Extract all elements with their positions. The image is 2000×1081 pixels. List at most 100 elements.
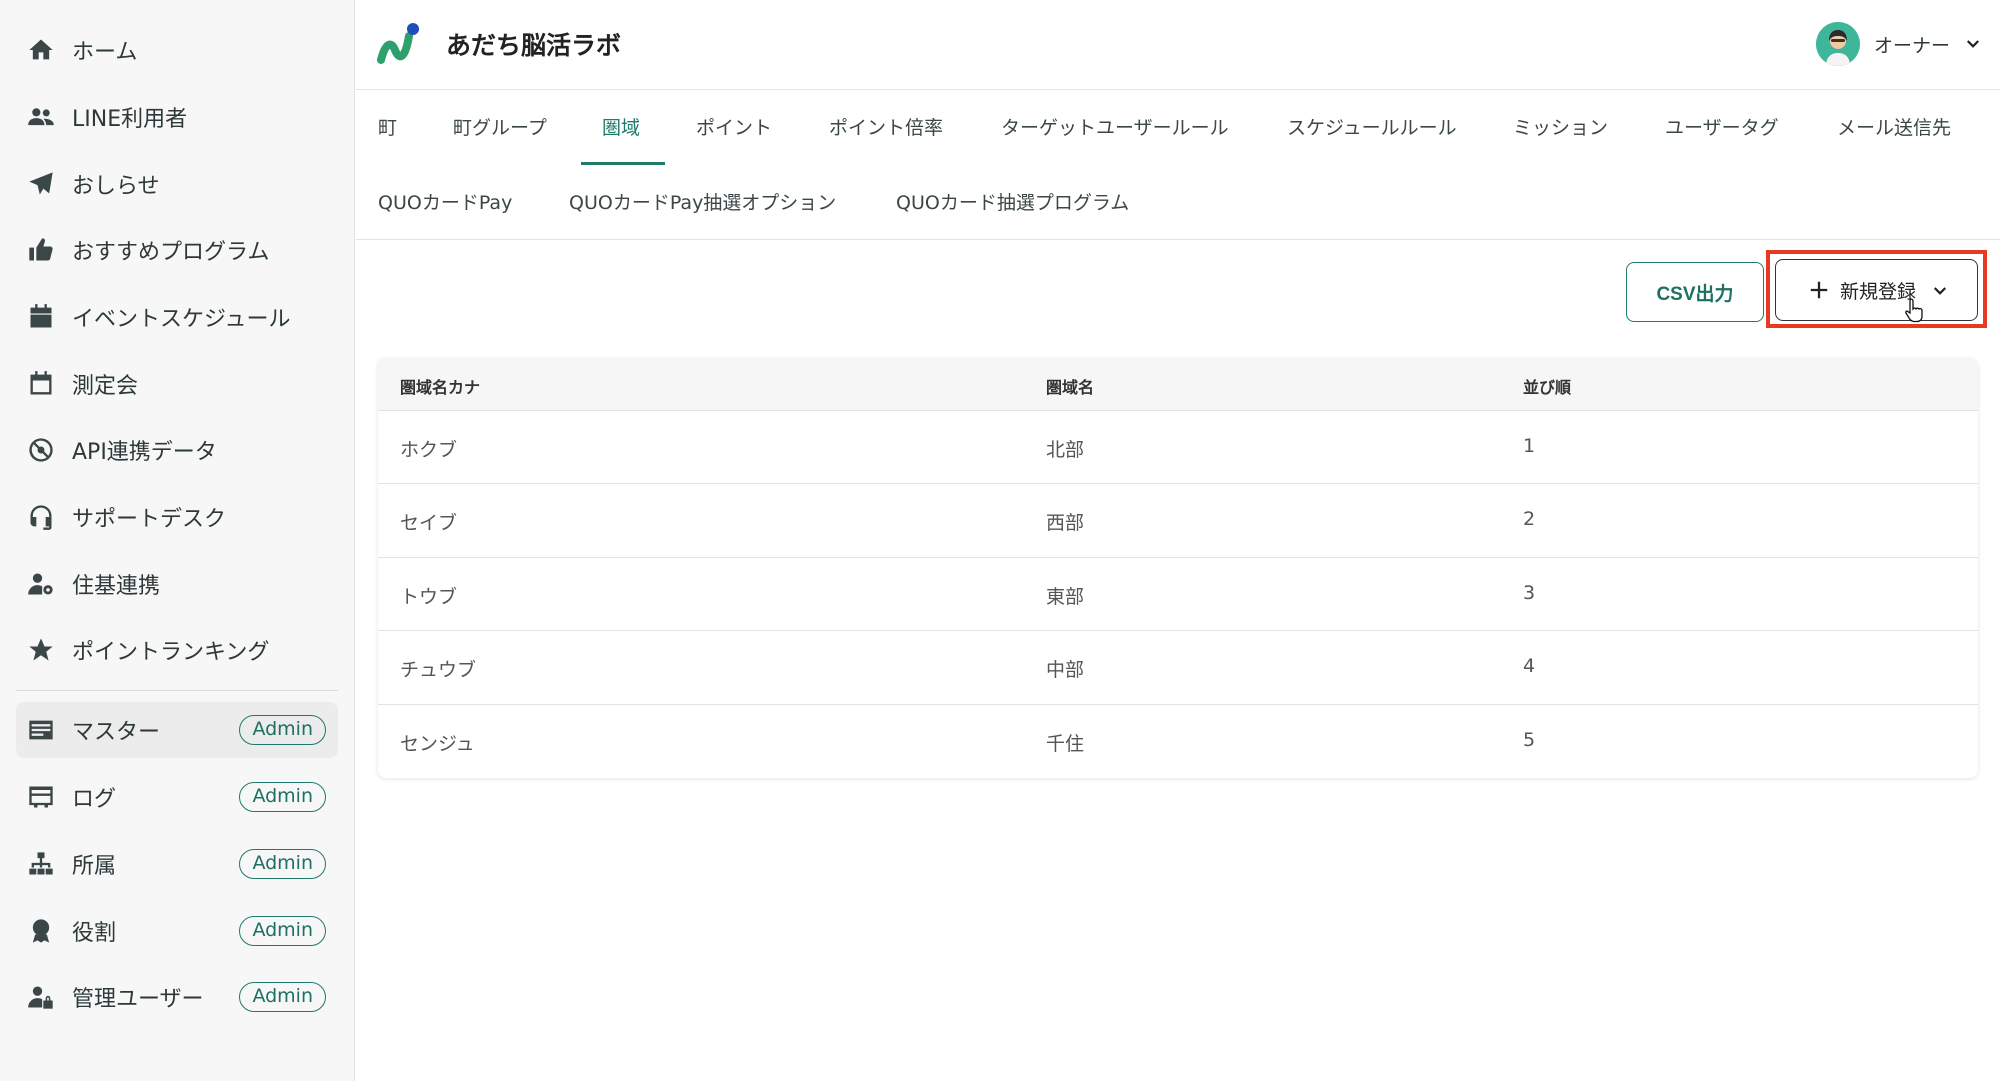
user-gear-icon xyxy=(26,569,56,599)
sidebar-item-news[interactable]: おしらせ xyxy=(16,156,338,212)
tab-quo-card-lottery-program[interactable]: QUOカード抽選プログラム xyxy=(896,188,1129,219)
tab-bar: 町 町グループ 圏域 ポイント ポイント倍率 ターゲットユーザールール スケジュ… xyxy=(356,91,2000,240)
table-cell: 4 xyxy=(1523,655,1536,677)
sidebar-item-log[interactable]: ログ Admin xyxy=(16,769,338,825)
sidebar-item-measurement[interactable]: 測定会 xyxy=(16,356,338,412)
area-table: 圏域名カナ 圏域名 並び順 ホクブ 北部 1 セイブ 西部 2 トウブ 東部 3… xyxy=(378,358,1978,778)
user-lock-icon xyxy=(26,982,56,1012)
calendar-blank-icon xyxy=(26,369,56,399)
award-icon xyxy=(26,916,56,946)
sidebar-divider xyxy=(16,690,338,691)
sidebar-item-label: 役割 xyxy=(72,921,117,946)
paper-plane-icon xyxy=(26,169,56,199)
table-cell: センジュ xyxy=(400,733,475,755)
tab-user-tag[interactable]: ユーザータグ xyxy=(1665,113,1779,144)
admin-badge: Admin xyxy=(239,982,326,1012)
sidebar-item-affiliation[interactable]: 所属 Admin xyxy=(16,836,338,892)
tab-target-user-rule[interactable]: ターゲットユーザールール xyxy=(1001,113,1229,144)
column-header[interactable]: 圏域名 xyxy=(1046,374,1094,398)
active-tab-indicator xyxy=(581,162,665,165)
user-name: オーナー xyxy=(1873,34,1950,57)
column-header[interactable]: 並び順 xyxy=(1523,374,1571,398)
sidebar-item-api-data[interactable]: API連携データ xyxy=(16,422,338,478)
tab-mission[interactable]: ミッション xyxy=(1513,113,1608,144)
sidebar-item-admin-users[interactable]: 管理ユーザー Admin xyxy=(16,969,338,1025)
sidebar-item-line-users[interactable]: LINE利用者 xyxy=(16,89,338,145)
sidebar-item-label: ログ xyxy=(72,787,117,812)
sidebar-item-point-ranking[interactable]: ポイントランキング xyxy=(16,622,338,678)
sidebar-item-recommended[interactable]: おすすめプログラム xyxy=(16,222,338,278)
top-header: あだち脳活ラボ オーナー xyxy=(356,0,2000,90)
sidebar-item-event-schedule[interactable]: イベントスケジュール xyxy=(16,289,338,345)
table-cell: 3 xyxy=(1523,582,1536,604)
app-logo-icon xyxy=(377,23,419,64)
home-icon xyxy=(26,35,56,65)
tab-area[interactable]: 圏域 xyxy=(602,113,640,144)
sidebar: ホーム LINE利用者 おしらせ おすすめプログラム イベントスケジュール 測定… xyxy=(0,0,355,1081)
chevron-down-icon xyxy=(1933,287,1947,295)
sidebar-item-label: 住基連携 xyxy=(72,574,161,599)
avatar xyxy=(1815,22,1860,66)
master-icon xyxy=(26,715,56,745)
sidebar-item-label: LINE利用者 xyxy=(72,107,188,132)
tab-town[interactable]: 町 xyxy=(378,113,397,144)
sidebar-item-role[interactable]: 役割 Admin xyxy=(16,903,338,959)
sidebar-item-label: イベントスケジュール xyxy=(72,307,291,332)
table-row[interactable]: トウブ 東部 3 xyxy=(378,557,1978,630)
admin-badge: Admin xyxy=(239,916,326,946)
users-icon xyxy=(26,102,56,132)
app-title: あだち脳活ラボ xyxy=(446,31,622,60)
sidebar-item-label: 所属 xyxy=(72,854,117,879)
star-icon xyxy=(26,635,56,665)
sidebar-item-juki-link[interactable]: 住基連携 xyxy=(16,556,338,612)
admin-badge: Admin xyxy=(239,849,326,879)
sidebar-item-label: 測定会 xyxy=(72,374,139,399)
table-cell: 千住 xyxy=(1046,733,1085,755)
sidebar-item-master[interactable]: マスター Admin xyxy=(16,702,338,758)
tab-schedule-rule[interactable]: スケジュールルール xyxy=(1287,113,1457,144)
chevron-down-icon xyxy=(1966,40,1980,48)
sidebar-item-label: サポートデスク xyxy=(72,507,227,532)
table-cell: 北部 xyxy=(1046,439,1085,461)
tab-point-multiplier[interactable]: ポイント倍率 xyxy=(829,113,943,144)
log-icon xyxy=(26,782,56,812)
sidebar-item-label: ホーム xyxy=(72,40,138,65)
sidebar-item-label: 管理ユーザー xyxy=(72,987,204,1012)
sidebar-item-label: おすすめプログラム xyxy=(72,240,270,265)
sidebar-item-support-desk[interactable]: サポートデスク xyxy=(16,489,338,545)
api-icon xyxy=(26,435,56,465)
table-cell: 中部 xyxy=(1046,659,1085,681)
table-row[interactable]: チュウブ 中部 4 xyxy=(378,630,1978,703)
table-cell: 5 xyxy=(1523,729,1536,751)
tab-point[interactable]: ポイント xyxy=(696,113,772,144)
column-header[interactable]: 圏域名カナ xyxy=(400,374,480,398)
tab-quo-card-pay[interactable]: QUOカードPay xyxy=(378,188,512,219)
table-row[interactable]: セイブ 西部 2 xyxy=(378,483,1978,556)
table-cell: 1 xyxy=(1523,435,1536,457)
calendar-icon xyxy=(26,302,56,332)
sidebar-item-label: ポイントランキング xyxy=(72,640,270,665)
thumbs-up-icon xyxy=(26,235,56,265)
org-icon xyxy=(26,849,56,879)
new-register-button[interactable]: 新規登録 xyxy=(1775,259,1978,321)
user-menu[interactable]: オーナー xyxy=(1815,22,1982,66)
sidebar-item-label: API連携データ xyxy=(72,440,217,465)
table-cell: 2 xyxy=(1523,508,1536,530)
table-row[interactable]: ホクブ 北部 1 xyxy=(378,410,1978,483)
headset-icon xyxy=(26,502,56,532)
tab-quo-card-pay-lottery-option[interactable]: QUOカードPay抽選オプション xyxy=(569,188,836,219)
table-cell: セイブ xyxy=(400,512,458,534)
csv-export-button[interactable]: CSV出力 xyxy=(1626,262,1764,322)
sidebar-item-home[interactable]: ホーム xyxy=(16,22,338,78)
tab-town-group[interactable]: 町グループ xyxy=(453,113,547,144)
table-cell: 西部 xyxy=(1046,512,1085,534)
hand-cursor-icon xyxy=(1905,298,1923,323)
table-header: 圏域名カナ 圏域名 並び順 xyxy=(378,358,1978,410)
table-row[interactable]: センジュ 千住 5 xyxy=(378,704,1978,777)
tab-mail-recipient[interactable]: メール送信先 xyxy=(1837,113,1951,144)
table-cell: 東部 xyxy=(1046,586,1085,608)
plus-icon xyxy=(1810,281,1828,299)
admin-badge: Admin xyxy=(239,782,326,812)
sidebar-item-label: おしらせ xyxy=(72,174,160,199)
table-cell: トウブ xyxy=(400,586,458,608)
